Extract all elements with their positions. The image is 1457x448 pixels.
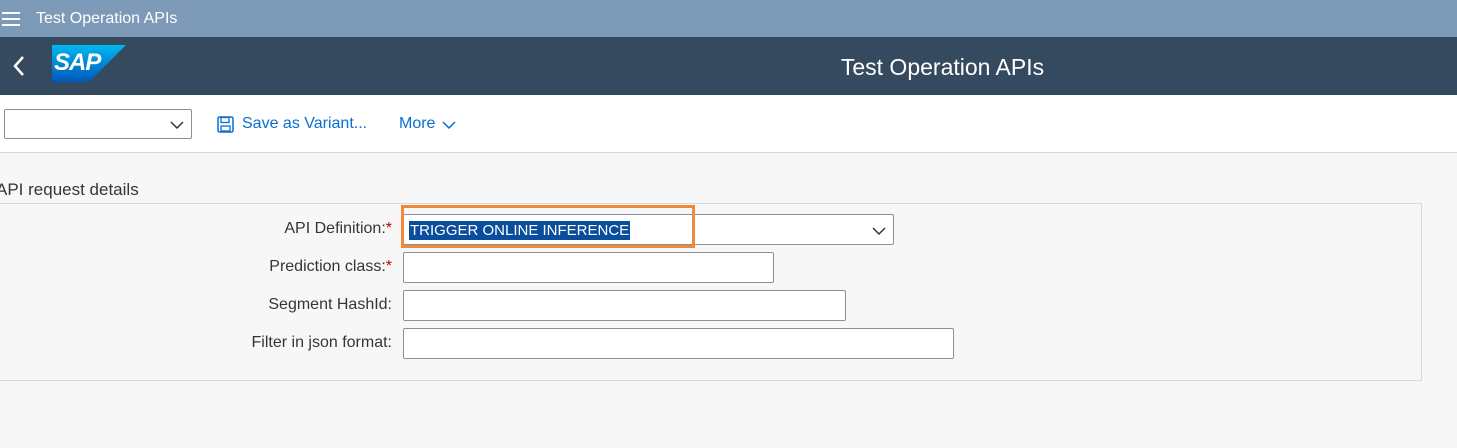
hamburger-menu-icon[interactable]: [2, 12, 20, 26]
filter-json-label: Filter in json format:: [251, 334, 392, 351]
window-title: Test Operation APIs: [36, 10, 178, 27]
required-marker: *: [385, 258, 392, 275]
toolbar: Save as Variant... More: [0, 95, 1457, 153]
more-label: More: [399, 115, 436, 132]
chevron-down-icon: [442, 121, 456, 130]
more-menu-button[interactable]: More: [399, 113, 457, 135]
chevron-down-icon: [872, 227, 886, 236]
save-as-variant-button[interactable]: Save as Variant...: [217, 113, 367, 135]
section-title: API request details: [0, 180, 139, 199]
api-definition-value: TRIGGER ONLINE INFERENCE: [409, 221, 631, 240]
prediction-class-label: Prediction class:*: [269, 258, 392, 276]
segment-hashid-input[interactable]: [403, 290, 846, 321]
filter-json-input[interactable]: [403, 328, 954, 359]
chevron-down-icon: [170, 121, 184, 130]
api-definition-label-text: API Definition:: [284, 220, 386, 237]
window-title-bar: Test Operation APIs: [0, 0, 1457, 37]
variant-select[interactable]: [4, 109, 192, 139]
prediction-class-input[interactable]: [403, 252, 774, 283]
page-title: Test Operation APIs: [840, 54, 1045, 80]
api-definition-select[interactable]: TRIGGER ONLINE INFERENCE: [403, 214, 894, 245]
save-as-variant-label: Save as Variant...: [242, 115, 368, 132]
shell-header: SAP Test Operation APIs: [0, 37, 1457, 95]
api-definition-label: API Definition:*: [284, 220, 392, 238]
floppy-disk-icon: [217, 115, 234, 133]
segment-hashid-label: Segment HashId:: [268, 296, 392, 313]
required-marker: *: [385, 220, 392, 237]
prediction-class-label-text: Prediction class:: [269, 258, 386, 275]
